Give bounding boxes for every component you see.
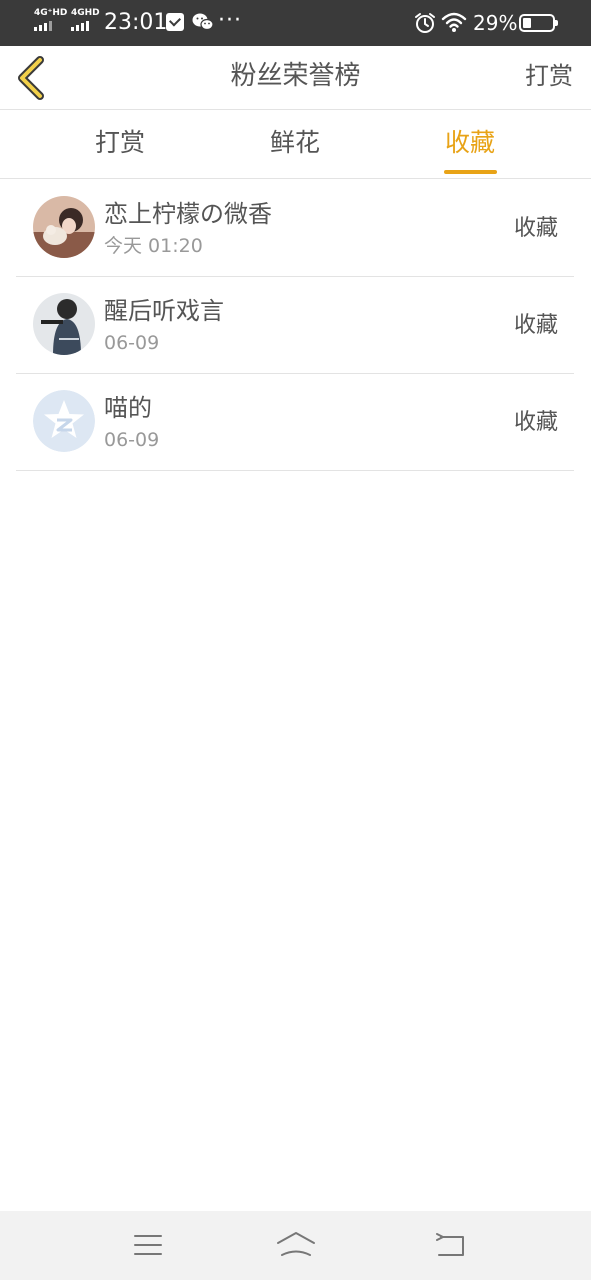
system-nav-bar — [0, 1211, 591, 1280]
more-notifications-icon: ··· — [218, 8, 242, 33]
avatar — [33, 196, 95, 258]
menu-icon[interactable] — [128, 1229, 168, 1261]
tab-flowers[interactable]: 鲜花 — [270, 127, 320, 159]
signal-4g-1: 4G⁺HD — [34, 8, 67, 31]
list-item[interactable]: 恋上柠檬の微香 今天 01:20 收藏 — [16, 180, 574, 277]
list-item[interactable]: 醒后听戏言 06-09 收藏 — [16, 277, 574, 374]
home-icon[interactable] — [276, 1229, 316, 1261]
active-tab-indicator — [444, 170, 497, 174]
fan-name: 恋上柠檬の微香 — [104, 200, 272, 228]
header: 粉丝荣誉榜 打赏 — [0, 46, 591, 110]
return-icon[interactable] — [431, 1229, 471, 1261]
signal-bars-icon — [34, 21, 67, 31]
network-label-1: 4G⁺HD — [34, 8, 68, 18]
action-type: 收藏 — [513, 216, 558, 241]
tab-favorites[interactable]: 收藏 — [445, 127, 495, 159]
battery-percent: 29% — [473, 11, 518, 35]
fan-date: 06-09 — [104, 332, 160, 354]
fan-name: 喵的 — [104, 394, 152, 422]
wifi-icon — [441, 12, 467, 32]
signal-4g-2: 4GHD — [71, 8, 100, 31]
action-type: 收藏 — [513, 313, 558, 338]
fan-list: 恋上柠檬の微香 今天 01:20 收藏 醒后听戏言 06-09 收藏 喵的 06… — [16, 180, 574, 471]
avatar — [33, 293, 95, 355]
signal-bars-icon — [71, 21, 100, 31]
battery-icon — [519, 14, 558, 32]
message-notification-icon — [166, 13, 184, 31]
fan-name: 醒后听戏言 — [104, 297, 224, 325]
network-label-2: 4GHD — [71, 8, 100, 18]
tab-bar: 打赏 鲜花 收藏 — [0, 111, 591, 179]
clock: 23:01 — [104, 10, 168, 35]
fan-date: 今天 01:20 — [104, 235, 203, 257]
fan-date: 06-09 — [104, 429, 160, 451]
status-bar: 4G⁺HD 4GHD 23:01 ··· 29% — [0, 0, 591, 46]
tab-reward[interactable]: 打赏 — [95, 127, 145, 159]
page-title: 粉丝荣誉榜 — [230, 61, 361, 91]
alarm-icon — [415, 13, 435, 33]
action-type: 收藏 — [513, 410, 558, 435]
list-item[interactable]: 喵的 06-09 收藏 — [16, 374, 574, 471]
avatar — [33, 390, 95, 452]
reward-button[interactable]: 打赏 — [525, 60, 573, 92]
wechat-icon — [192, 13, 214, 31]
